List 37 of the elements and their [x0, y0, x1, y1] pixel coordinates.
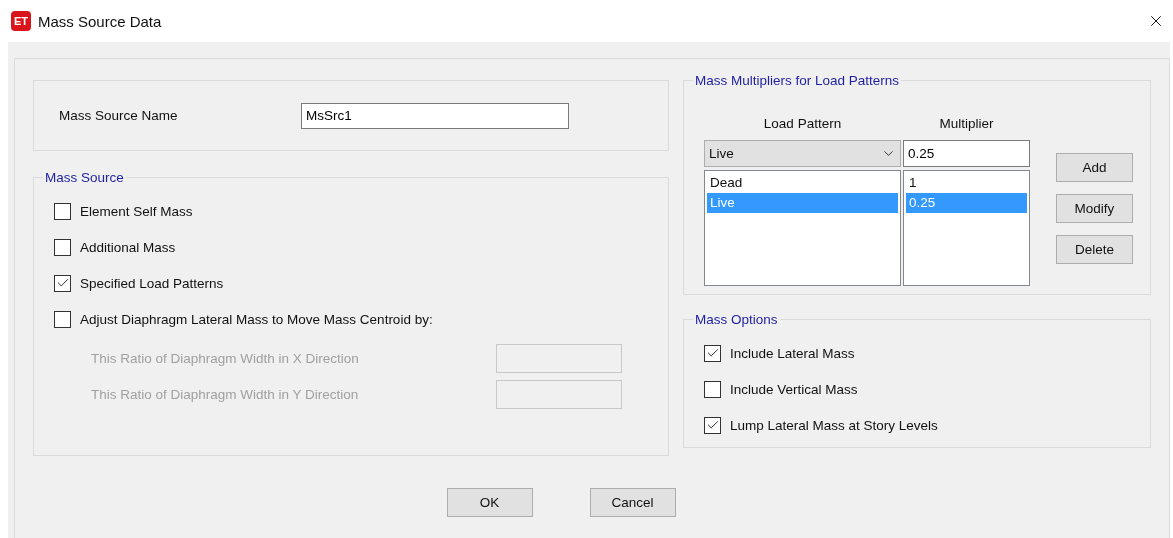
option-label: Specified Load Patterns	[80, 275, 224, 291]
option-label: Adjust Diaphragm Lateral Mass to Move Mass Centroid by:	[80, 311, 433, 327]
option-label: Include Vertical Mass	[730, 381, 858, 397]
checkbox[interactable]	[54, 310, 71, 328]
group-title: Mass Source	[44, 170, 125, 185]
window-title: Mass Source Data	[38, 12, 163, 30]
action-button[interactable]: Add	[1056, 153, 1133, 182]
checkbox[interactable]	[54, 238, 71, 256]
field-label: This Ratio of Diaphragm Width in Y Direction	[91, 386, 360, 402]
option-label: Include Lateral Mass	[730, 345, 855, 361]
action-button[interactable]: Modify	[1056, 194, 1133, 223]
checkbox[interactable]	[704, 416, 721, 434]
checkbox[interactable]	[54, 202, 71, 220]
name-field[interactable]: MsSrc1	[301, 102, 569, 129]
option-label: Additional Mass	[80, 239, 176, 255]
checkbox[interactable]	[704, 344, 721, 362]
pattern-dropdown[interactable]: Live	[704, 140, 901, 167]
dialog-button[interactable]: OK	[446, 488, 533, 517]
field-label: Mass Source Name	[59, 108, 179, 123]
list-item[interactable]: Dead	[707, 173, 898, 193]
multiplier-field[interactable]: 0.25	[903, 140, 1030, 167]
check-icon	[705, 346, 720, 360]
group-title: Mass Multipliers for Load Patterns	[694, 73, 901, 88]
checkbox[interactable]	[54, 274, 71, 292]
column-header: Multiplier	[938, 115, 995, 133]
check-icon	[55, 276, 70, 290]
list-item[interactable]: 1	[906, 173, 1027, 193]
column-header: Load Pattern	[762, 115, 843, 133]
option-label: Element Self Mass	[80, 203, 193, 219]
check-icon	[705, 418, 720, 432]
field-label: This Ratio of Diaphragm Width in X Direction	[91, 350, 360, 366]
dialog-button[interactable]: Cancel	[589, 488, 676, 517]
app-logo: ET	[11, 11, 31, 31]
group-title: Mass Options	[694, 312, 779, 327]
action-button[interactable]: Delete	[1056, 235, 1133, 264]
option-label: Lump Lateral Mass at Story Levels	[730, 417, 938, 433]
checkbox[interactable]	[704, 380, 721, 398]
